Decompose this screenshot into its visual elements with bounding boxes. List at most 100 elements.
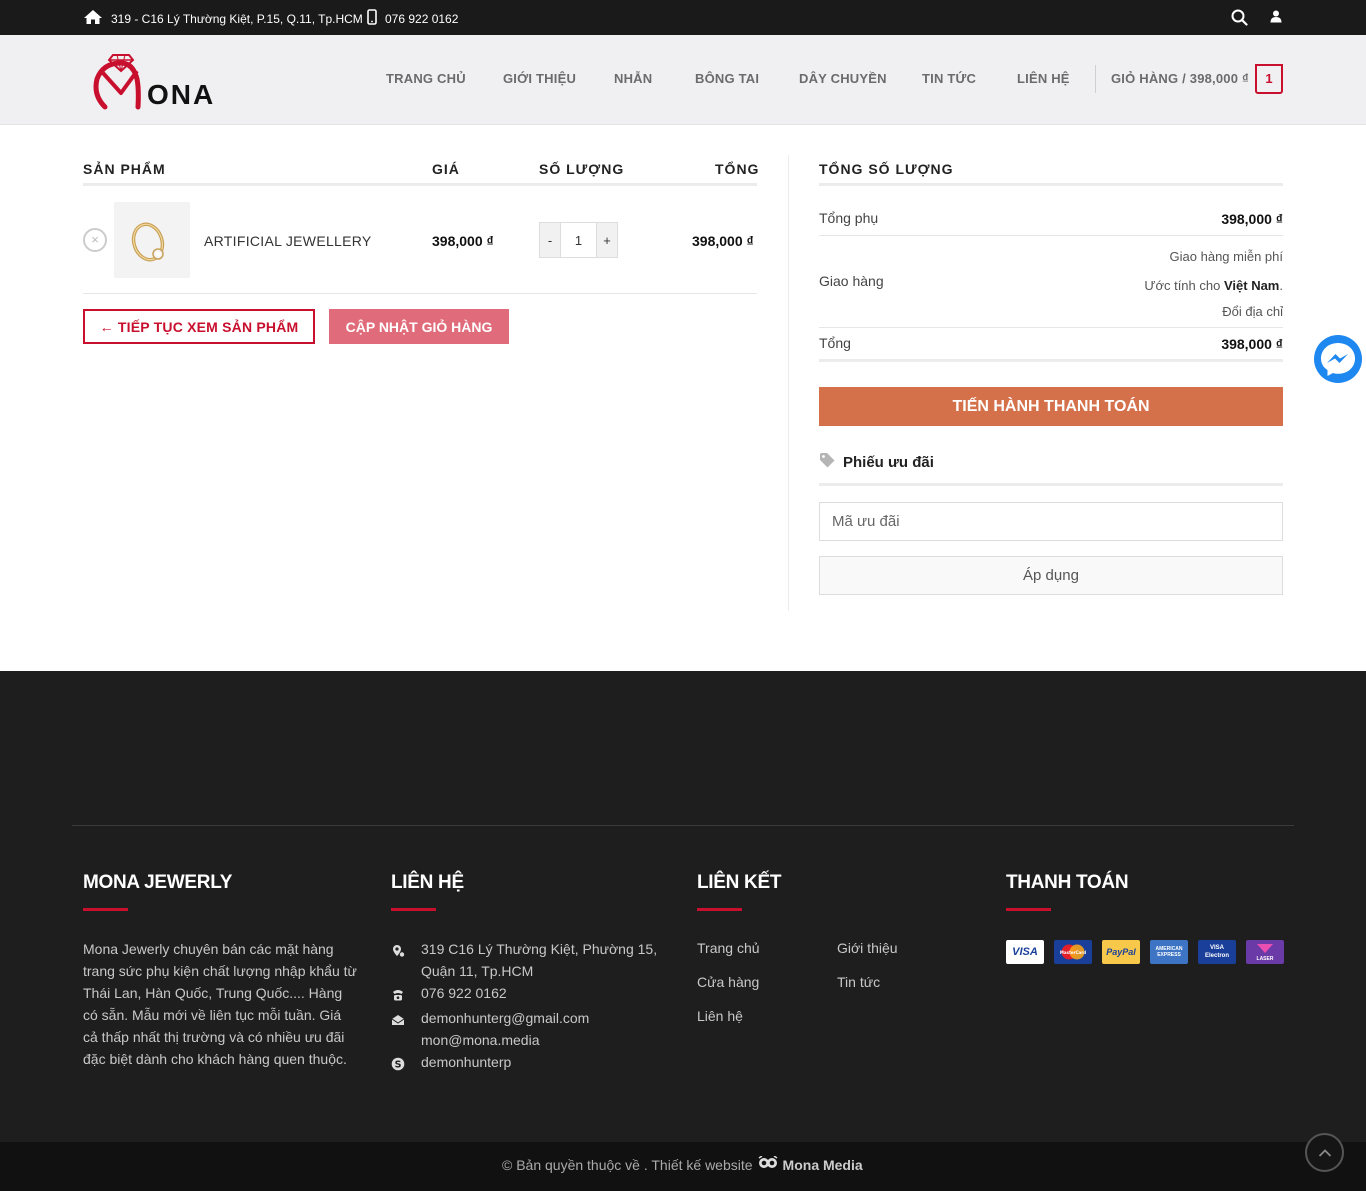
- product-price: 398,000 ₫: [432, 233, 494, 249]
- footer-about-title: MONA JEWERLY: [83, 872, 233, 893]
- laser-payment-label: LASER: [1256, 956, 1274, 962]
- nav-cart-link[interactable]: GIỎ HÀNG / 398,000 ₫: [1111, 71, 1249, 86]
- footer-about-text: Mona Jewerly chuyên bán các mặt hàng tra…: [83, 941, 357, 1067]
- totals-header-divider: [819, 183, 1283, 186]
- visa-payment-icon: VISA: [1006, 940, 1044, 964]
- visa-electron-payment-icon: VISA Electron: [1198, 940, 1236, 964]
- site-footer: MONA JEWERLY Mona Jewerly chuyên bán các…: [0, 671, 1366, 1142]
- messenger-chat-button[interactable]: [1314, 335, 1362, 383]
- copyright-bar: © Bản quyền thuộc về . Thiết kế website …: [0, 1142, 1366, 1191]
- mastercard-payment-icon: MasterCard: [1054, 940, 1092, 964]
- footer-contact-title: LIÊN HỆ: [391, 872, 464, 893]
- shipping-label: Giao hàng: [819, 273, 884, 289]
- footer-contact-skype[interactable]: demonhunterp: [421, 1051, 671, 1073]
- email-icon: [391, 1011, 405, 1025]
- laser-payment-icon: LASER: [1246, 940, 1284, 964]
- table-header-divider: [83, 183, 757, 186]
- footer-link-news[interactable]: Tin tức: [837, 974, 880, 990]
- table-row-divider: [83, 293, 757, 294]
- mobile-phone-icon: [367, 9, 377, 28]
- footer-contact-email-secondary[interactable]: mon@mona.media: [421, 1029, 671, 1051]
- site-logo[interactable]: ONA: [91, 49, 231, 111]
- footer-link-contact[interactable]: Liên hệ: [697, 1008, 743, 1024]
- top-bar: 319 - C16 Lý Thường Kiệt, P.15, Q.11, Tp…: [0, 0, 1366, 35]
- shipping-estimate: Ước tính cho Việt Nam.: [1144, 278, 1283, 293]
- footer-title-underline: [83, 908, 128, 911]
- footer-title-underline: [1006, 908, 1051, 911]
- subtotal-divider: [819, 235, 1283, 236]
- skype-icon: S: [391, 1055, 405, 1071]
- shipping-free-text: Giao hàng miễn phí: [1169, 249, 1283, 264]
- product-thumbnail[interactable]: [114, 202, 190, 278]
- column-header-price: GIÁ: [432, 161, 460, 177]
- copyright: © Bản quyền thuộc về . Thiết kế website …: [502, 1155, 863, 1173]
- footer-contact-list: 319 C16 Lý Thường Kiệt, Phường 15, Quận …: [391, 938, 681, 1138]
- paypal-payment-icon: PayPal: [1102, 940, 1140, 964]
- quantity-increase-button[interactable]: +: [597, 223, 617, 257]
- shipping-estimate-country: Việt Nam: [1223, 278, 1280, 293]
- quantity-decrease-button[interactable]: -: [540, 223, 560, 257]
- nav-item-news[interactable]: TIN TỨC: [922, 71, 976, 86]
- cart-count-badge[interactable]: 1: [1255, 64, 1283, 94]
- column-divider: [788, 155, 789, 611]
- footer-contact-phone[interactable]: 076 922 0162: [421, 982, 671, 1004]
- logo-text: ONA: [147, 79, 216, 110]
- footer-link-shop[interactable]: Cửa hàng: [697, 974, 759, 990]
- column-header-product: SẢN PHẨM: [83, 161, 166, 177]
- site-header: ONA TRANG CHỦ GIỚI THIỆU NHẪN BÔNG TAI D…: [0, 35, 1366, 125]
- coupon-divider: [819, 483, 1283, 486]
- location-icon: [391, 942, 405, 957]
- update-cart-button[interactable]: CẬP NHẬT GIỎ HÀNG: [329, 309, 509, 344]
- order-total-value: 398,000 ₫: [1221, 336, 1283, 352]
- footer-contact-email-primary[interactable]: demonhunterg@gmail.com: [421, 1007, 671, 1029]
- remove-item-button[interactable]: ×: [83, 228, 107, 252]
- tag-icon: [819, 452, 835, 472]
- phone-icon: [391, 986, 405, 1001]
- footer-links-title: LIÊN KẾT: [697, 872, 782, 893]
- topbar-address-text: 319 - C16 Lý Thường Kiệt, P.15, Q.11, Tp…: [111, 11, 363, 26]
- nav-item-rings[interactable]: NHẪN: [614, 71, 652, 86]
- cart-totals-heading: TỔNG SỐ LƯỢNG: [819, 161, 954, 177]
- order-total-divider: [819, 359, 1283, 362]
- chevron-up-icon: [1318, 1148, 1331, 1157]
- svg-text:MasterCard: MasterCard: [1060, 950, 1086, 955]
- nav-item-contact[interactable]: LIÊN HỆ: [1017, 71, 1070, 86]
- order-total-label: Tổng: [819, 335, 851, 351]
- messenger-icon: [1321, 343, 1355, 376]
- copyright-text: © Bản quyền thuộc về . Thiết kế website: [502, 1156, 753, 1173]
- subtotal-label: Tổng phụ: [819, 210, 879, 226]
- topbar-address: 319 - C16 Lý Thường Kiệt, P.15, Q.11, Tp…: [83, 9, 363, 28]
- subtotal-value: 398,000 ₫: [1221, 211, 1283, 227]
- footer-payment-title: THANH TOÁN: [1006, 872, 1129, 893]
- back-to-top-button[interactable]: [1305, 1133, 1344, 1172]
- topbar-phone[interactable]: 076 922 0162: [367, 9, 458, 28]
- change-address-link[interactable]: Đổi địa chỉ: [1222, 304, 1283, 319]
- quantity-input[interactable]: 1: [560, 223, 597, 257]
- coupon-code-input[interactable]: [819, 502, 1283, 541]
- footer-link-about[interactable]: Giới thiệu: [837, 940, 898, 956]
- product-name-link[interactable]: ARTIFICIAL JEWELLERY: [204, 233, 372, 249]
- nav-item-necklaces[interactable]: DÂY CHUYỀN: [799, 71, 887, 86]
- proceed-to-checkout-button[interactable]: TIẾN HÀNH THANH TOÁN: [819, 387, 1283, 426]
- footer-contact-address: 319 C16 Lý Thường Kiệt, Phường 15, Quận …: [421, 941, 658, 979]
- ring-image: [131, 222, 165, 262]
- apply-coupon-button[interactable]: Áp dụng: [819, 556, 1283, 595]
- search-icon[interactable]: [1231, 9, 1248, 29]
- shipping-divider: [819, 327, 1283, 328]
- footer-divider: [72, 825, 1294, 826]
- column-header-quantity: SỐ LƯỢNG: [539, 161, 625, 177]
- shipping-estimate-prefix: Ước tính cho: [1144, 278, 1221, 293]
- svg-text:S: S: [395, 1060, 402, 1071]
- continue-shopping-button[interactable]: ← TIẾP TỤC XEM SẢN PHẨM: [83, 309, 315, 344]
- nav-item-earrings[interactable]: BÔNG TAI: [695, 71, 759, 86]
- nav-item-home[interactable]: TRANG CHỦ: [386, 71, 466, 86]
- user-account-icon[interactable]: [1270, 10, 1282, 26]
- owl-logo-icon: [758, 1155, 778, 1173]
- quantity-stepper: - 1 +: [539, 222, 618, 258]
- home-icon: [83, 9, 103, 28]
- footer-link-home[interactable]: Trang chủ: [697, 940, 760, 956]
- nav-item-about[interactable]: GIỚI THIỆU: [503, 71, 576, 86]
- copyright-brand-link[interactable]: Mona Media: [783, 1157, 863, 1173]
- topbar-phone-text: 076 922 0162: [385, 11, 459, 26]
- american-express-payment-icon: AMERICAN EXPRESS: [1150, 940, 1188, 964]
